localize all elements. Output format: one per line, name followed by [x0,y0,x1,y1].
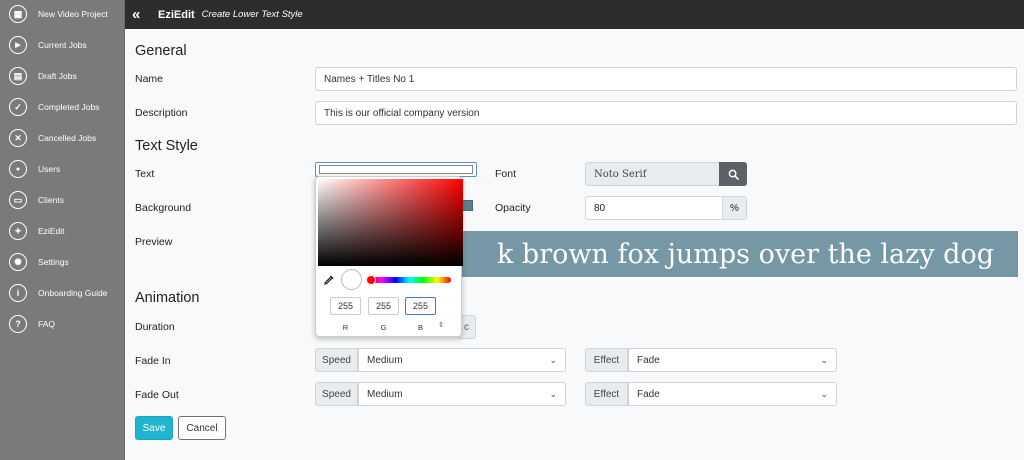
magic-wand-icon: ✦ [9,222,27,240]
sidebar-item-label: Users [38,164,61,174]
sidebar-item-label: Onboarding Guide [38,288,108,298]
name-input[interactable]: Names + Titles No 1 [315,67,1017,91]
fade-in-label: Fade In [135,355,171,367]
text-style-heading: Text Style [135,138,198,154]
sidebar-item-label: Cancelled Jobs [38,133,97,143]
collapse-sidebar-button[interactable]: « [132,6,156,23]
fade-in-speed-select[interactable]: Medium ⌄ [358,348,566,372]
current-color-swatch [341,269,362,290]
fade-out-speed-select[interactable]: Medium ⌄ [358,382,566,406]
gear-icon: ✺ [9,253,27,271]
check-icon: ✓ [9,98,27,116]
green-label: G [380,323,387,332]
fade-in-effect-addon: Effect [585,348,628,372]
sidebar-item-cancelled-jobs[interactable]: ✕ Cancelled Jobs [0,124,125,152]
sidebar-item-label: Draft Jobs [38,71,77,81]
text-color-label: Text [135,168,155,180]
question-icon: ? [9,315,27,333]
font-input[interactable]: Noto Serif [585,162,720,186]
fade-out-effect-value: Fade [637,388,660,400]
color-mode-toggle-icon[interactable]: ⇕ [438,321,444,329]
preview-text: k brown fox jumps over the lazy dog [496,238,994,270]
save-button[interactable]: Save [135,416,173,440]
font-label: Font [495,168,517,180]
description-label: Description [135,107,188,119]
hue-slider[interactable] [368,277,451,283]
sidebar-item-label: Clients [38,195,64,205]
sidebar-item-new-video-project[interactable]: ▦ New Video Project [0,0,125,28]
fade-in-speed-addon: Speed [315,348,358,372]
fade-out-effect-addon: Effect [585,382,628,406]
opacity-input[interactable]: 80 [585,196,723,220]
sidebar-item-label: EziEdit [38,226,65,236]
top-bar: « EziEdit Create Lower Text Style [125,0,1024,29]
thumbs-down-icon: ✕ [9,129,27,147]
sidebar-item-completed-jobs[interactable]: ✓ Completed Jobs [0,93,125,121]
eyedropper-icon[interactable] [323,274,335,286]
search-icon [728,169,739,180]
fade-out-label: Fade Out [135,389,179,401]
main-content: General Name Names + Titles No 1 Descrip… [125,29,1024,460]
opacity-unit: % [722,196,747,220]
sidebar: ▦ New Video Project ▶ Current Jobs ▤ Dra… [0,0,125,460]
sidebar-item-onboarding-guide[interactable]: i Onboarding Guide [0,279,125,307]
sidebar-item-users[interactable]: ● Users [0,155,125,183]
sidebar-item-clients[interactable]: ▭ Clients [0,186,125,214]
general-heading: General [135,43,187,59]
chevron-down-icon: ⌄ [549,388,557,399]
chevron-down-icon: ⌄ [820,388,828,399]
sidebar-item-settings[interactable]: ✺ Settings [0,248,125,276]
app-brand: EziEdit [158,8,195,21]
sidebar-item-current-jobs[interactable]: ▶ Current Jobs [0,31,125,59]
sidebar-item-label: New Video Project [38,9,108,19]
preview-label: Preview [135,236,173,248]
chevron-down-icon: ⌄ [820,354,828,365]
opacity-input-value: 80 [594,202,606,214]
file-icon: ▤ [9,67,27,85]
info-icon: i [9,284,27,302]
sidebar-item-label: Completed Jobs [38,102,100,112]
text-color-input[interactable] [315,162,477,177]
fade-in-speed-value: Medium [367,354,403,366]
page-title: Create Lower Text Style [201,9,303,20]
fade-in-effect-value: Fade [637,354,660,366]
user-icon: ● [9,160,27,178]
name-input-value: Names + Titles No 1 [324,73,415,85]
chevron-down-icon: ⌄ [549,354,557,365]
briefcase-icon: ▭ [9,191,27,209]
fade-out-speed-value: Medium [367,388,403,400]
opacity-label: Opacity [495,202,531,214]
font-input-value: Noto Serif [594,168,647,180]
green-input[interactable]: 255 [368,297,399,315]
animation-heading: Animation [135,290,200,306]
text-color-swatch [319,165,473,174]
saturation-value-area[interactable] [318,179,463,266]
fade-in-effect-select[interactable]: Fade ⌄ [628,348,837,372]
color-picker-popover: 255 255 255 R G B ⇕ [315,176,463,337]
description-input[interactable]: This is our official company version [315,101,1017,125]
description-input-value: This is our official company version [324,107,480,119]
blue-label: B [417,323,423,332]
sidebar-item-label: FAQ [38,319,56,329]
cancel-button[interactable]: Cancel [178,416,226,440]
blue-input[interactable]: 255 [405,297,436,315]
fade-out-speed-addon: Speed [315,382,358,406]
grid-icon: ▦ [9,5,27,23]
background-color-label: Background [135,202,192,214]
sidebar-item-draft-jobs[interactable]: ▤ Draft Jobs [0,62,125,90]
sidebar-item-label: Current Jobs [38,40,87,50]
duration-label: Duration [135,321,175,333]
fade-out-effect-select[interactable]: Fade ⌄ [628,382,837,406]
text-style-preview: k brown fox jumps over the lazy dog [440,231,1018,277]
red-label: R [342,323,349,332]
red-input[interactable]: 255 [330,297,361,315]
font-search-button[interactable] [719,162,747,186]
video-icon: ▶ [9,36,27,54]
hue-slider-thumb[interactable] [366,275,376,285]
name-label: Name [135,73,164,85]
sidebar-item-eziedit[interactable]: ✦ EziEdit [0,217,125,245]
sidebar-item-faq[interactable]: ? FAQ [0,310,125,338]
sidebar-item-label: Settings [38,257,69,267]
